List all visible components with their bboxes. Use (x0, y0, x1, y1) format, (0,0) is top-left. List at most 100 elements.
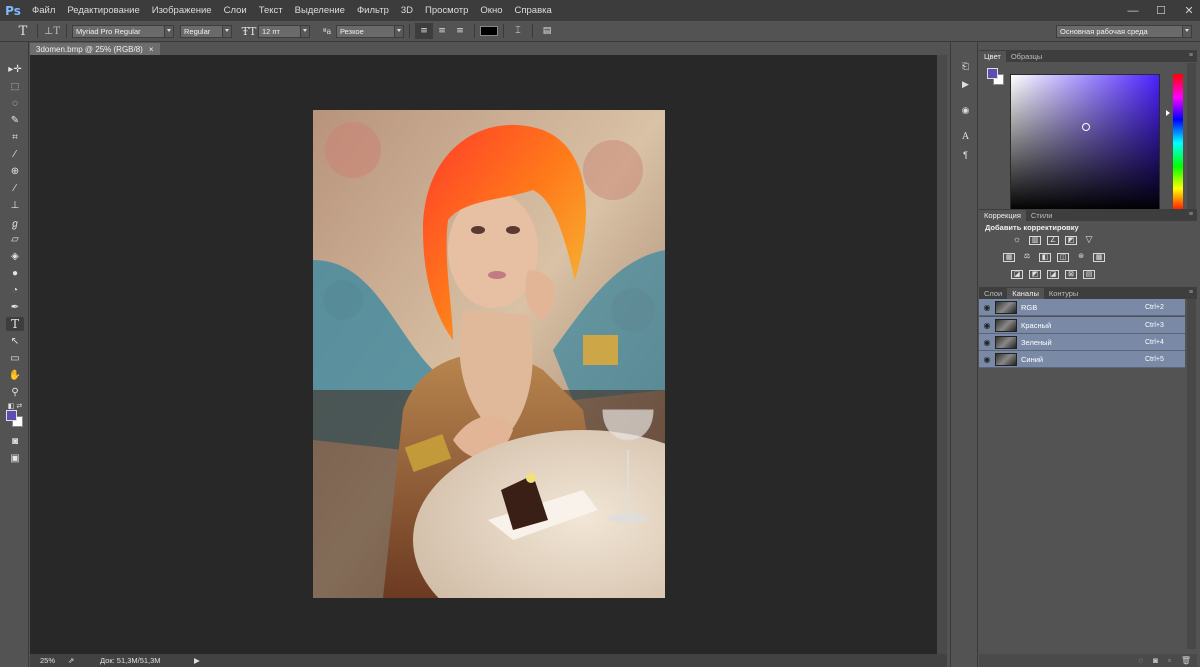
hand-tool-icon[interactable]: ✋ (6, 368, 24, 382)
document-image[interactable] (313, 110, 665, 598)
quick-select-tool-icon[interactable]: ✎ (6, 113, 24, 127)
blur-tool-icon[interactable]: ● (6, 266, 24, 280)
tab-layers[interactable]: Слои (979, 288, 1007, 299)
tab-swatches[interactable]: Образцы (1006, 51, 1048, 62)
selective-color-icon[interactable]: ▤ (1083, 270, 1095, 279)
menu-type[interactable]: Текст (253, 0, 289, 21)
history-brush-tool-icon[interactable]: ℊ (6, 215, 24, 230)
delete-channel-icon[interactable]: 🗑 (1181, 656, 1191, 665)
color-panel-scrollbar[interactable] (1187, 63, 1196, 215)
panel-menu-icon[interactable]: ≡ (1189, 211, 1193, 218)
channel-row-red[interactable]: ◉ Красный Ctrl+3 (979, 317, 1185, 334)
channel-row-green[interactable]: ◉ Зеленый Ctrl+4 (979, 334, 1185, 351)
visibility-eye-icon[interactable]: ◉ (979, 303, 995, 312)
tab-channels[interactable]: Каналы (1007, 288, 1044, 299)
screen-mode-icon[interactable]: ▣ (6, 451, 24, 465)
color-panel-foreground-swatch[interactable] (987, 68, 998, 79)
text-orientation-icon[interactable]: ⊥T (43, 23, 61, 39)
minimize-button[interactable]: — (1126, 5, 1140, 17)
channel-mixer-icon[interactable]: ⊛ (1075, 253, 1087, 262)
curves-icon[interactable]: ∠ (1047, 236, 1059, 245)
close-tab-icon[interactable]: × (149, 45, 154, 54)
text-color-swatch[interactable] (480, 26, 498, 36)
menu-select[interactable]: Выделение (289, 0, 351, 21)
eraser-tool-icon[interactable]: ▱ (6, 232, 24, 246)
menu-layers[interactable]: Слои (218, 0, 253, 21)
status-menu-arrow-icon[interactable]: ▶ (194, 656, 200, 665)
crop-tool-icon[interactable]: ⌗ (6, 130, 24, 144)
properties-panel-icon[interactable]: ◉ (958, 104, 973, 117)
menu-image[interactable]: Изображение (146, 0, 218, 21)
threshold-icon[interactable]: ◪ (1047, 270, 1059, 279)
exposure-icon[interactable]: ◩ (1065, 236, 1077, 245)
move-tool-icon[interactable]: ▸✛ (6, 62, 24, 76)
eyedropper-tool-icon[interactable]: ⁄ (6, 147, 24, 161)
channels-scrollbar[interactable] (1187, 299, 1196, 649)
load-selection-icon[interactable]: ◌ (1138, 656, 1143, 665)
new-channel-icon[interactable]: ▫ (1168, 656, 1171, 665)
hue-saturation-icon[interactable]: ▦ (1003, 253, 1015, 262)
visibility-eye-icon[interactable]: ◉ (979, 321, 995, 330)
menu-view[interactable]: Просмотр (419, 0, 474, 21)
share-icon[interactable]: ⇗ (60, 656, 100, 665)
zoom-tool-icon[interactable]: ⚲ (6, 385, 24, 399)
vibrance-icon[interactable]: ▽ (1083, 235, 1095, 245)
black-white-icon[interactable]: ◧ (1039, 253, 1051, 262)
visibility-eye-icon[interactable]: ◉ (979, 355, 995, 364)
marquee-tool-icon[interactable]: ⬚ (6, 79, 24, 93)
stamp-tool-icon[interactable]: ⊥ (6, 198, 24, 212)
menu-filter[interactable]: Фильтр (351, 0, 395, 21)
dodge-tool-icon[interactable]: ◔ (6, 283, 24, 297)
history-panel-icon[interactable]: ⎗ (958, 60, 973, 73)
panel-menu-icon[interactable]: ≡ (1189, 52, 1193, 59)
panel-menu-icon[interactable]: ≡ (1189, 289, 1193, 296)
brightness-icon[interactable]: ☼ (1011, 235, 1023, 245)
menu-window[interactable]: Окно (474, 0, 508, 21)
channel-row-blue[interactable]: ◉ Синий Ctrl+5 (979, 351, 1185, 368)
type-tool-preset-icon[interactable]: T (14, 23, 32, 39)
warp-text-icon[interactable]: ⌶ (509, 23, 527, 39)
posterize-icon[interactable]: ◩ (1029, 270, 1041, 279)
tab-styles[interactable]: Стили (1026, 210, 1058, 221)
color-lookup-icon[interactable]: ▩ (1093, 253, 1105, 262)
levels-icon[interactable]: ▥ (1029, 236, 1041, 245)
document-tab[interactable]: 3domen.bmp @ 25% (RGB/8) × (30, 43, 160, 55)
align-left-icon[interactable]: ≡ (415, 23, 433, 39)
color-balance-icon[interactable]: ⚖ (1021, 253, 1033, 262)
menu-file[interactable]: Файл (26, 0, 61, 21)
workspace-select[interactable]: Основная рабочая среда (1056, 25, 1192, 38)
quick-mask-icon[interactable]: ◙ (6, 434, 24, 448)
align-right-icon[interactable]: ≡ (451, 23, 469, 39)
menu-edit[interactable]: Редактирование (61, 0, 145, 21)
font-style-select[interactable]: Regular (180, 24, 232, 38)
align-center-icon[interactable]: ≡ (433, 23, 451, 39)
type-tool-icon[interactable]: T (6, 317, 24, 331)
close-button[interactable]: ✕ (1182, 4, 1196, 17)
menu-help[interactable]: Справка (509, 0, 558, 21)
font-family-select[interactable]: Myriad Pro Regular (72, 24, 174, 38)
lasso-tool-icon[interactable]: ◌ (6, 96, 24, 110)
paragraph-panel-icon[interactable]: ¶ (958, 148, 973, 161)
vertical-scrollbar[interactable] (937, 55, 947, 654)
pen-tool-icon[interactable]: ✒ (6, 300, 24, 314)
visibility-eye-icon[interactable]: ◉ (979, 338, 995, 347)
channel-row-rgb[interactable]: ◉ RGB Ctrl+2 (979, 299, 1185, 316)
actions-panel-icon[interactable]: ▶ (958, 78, 973, 91)
character-panel-icon[interactable]: A (958, 130, 973, 143)
healing-tool-icon[interactable]: ⊕ (6, 164, 24, 178)
hue-slider-arrow-icon[interactable] (1166, 110, 1170, 116)
maximize-button[interactable]: ☐ (1154, 4, 1168, 17)
color-picker-cursor[interactable] (1082, 123, 1090, 131)
photo-filter-icon[interactable]: ◫ (1057, 253, 1069, 262)
antialias-select[interactable]: Резкое (336, 24, 404, 38)
invert-icon[interactable]: ◪ (1011, 270, 1023, 279)
path-select-tool-icon[interactable]: ↖ (6, 334, 24, 348)
gradient-tool-icon[interactable]: ◈ (6, 249, 24, 263)
menu-3d[interactable]: 3D (395, 0, 419, 21)
save-selection-icon[interactable]: ◙ (1153, 656, 1158, 665)
hue-slider[interactable] (1173, 74, 1183, 212)
foreground-color-swatch[interactable] (6, 410, 17, 421)
gradient-map-icon[interactable]: ⊠ (1065, 270, 1077, 279)
tab-color[interactable]: Цвет (979, 51, 1006, 62)
zoom-level[interactable]: 25% (30, 656, 60, 665)
